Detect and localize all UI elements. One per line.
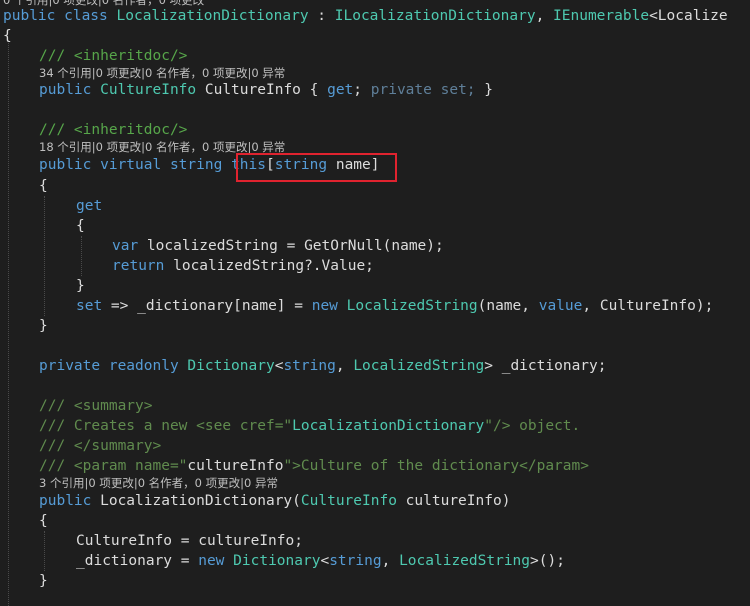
set-accessor: set => _dictionary[name] = new Localized… xyxy=(76,296,713,316)
generic-open: < xyxy=(320,553,330,569)
code-lens-constructor[interactable]: 3 个引用|0 项更改|0 名作者，0 项更改|0 异常 xyxy=(39,475,278,491)
new-keyword: new xyxy=(311,298,338,314)
localized-string-type: LocalizedString xyxy=(353,358,485,374)
property-name: CultureInfo { xyxy=(196,82,328,98)
open-brace: { xyxy=(76,218,85,234)
assignment-statement: _dictionary = new Dictionary<string, Loc… xyxy=(76,551,565,571)
assign-lhs: _dictionary = xyxy=(76,553,199,569)
indexer-modifiers: public virtual string xyxy=(39,157,232,173)
public-keyword: public xyxy=(39,493,101,509)
field-declaration: private readonly Dictionary<string, Loca… xyxy=(39,356,606,376)
localized-string-type: LocalizedString xyxy=(399,553,531,569)
close-brace: } xyxy=(76,278,85,294)
public-keyword: public xyxy=(39,82,101,98)
set-middle: => _dictionary[name] = xyxy=(102,298,312,314)
set-args: (name, xyxy=(477,298,539,314)
doc-param-name: cultureInfo xyxy=(187,458,284,474)
new-keyword: new xyxy=(198,553,225,569)
property-type: CultureInfo xyxy=(100,82,197,98)
set-keyword: set xyxy=(76,298,103,314)
generic-comma: , xyxy=(381,553,400,569)
doc-comment: /// <param name="cultureInfo">Culture of… xyxy=(39,456,589,476)
interface-name: ILocalizationDictionary xyxy=(334,8,536,24)
generic-comma: , xyxy=(335,358,354,374)
class-declaration-line: public class LocalizationDictionary : IL… xyxy=(3,6,728,26)
doc-comment: /// </summary> xyxy=(39,438,162,454)
doc-cref: LocalizationDictionary xyxy=(292,418,485,434)
var-rest: localizedString = GetOrNull(name); xyxy=(138,238,444,254)
indent-guide xyxy=(44,196,45,316)
open-brace: { xyxy=(39,178,48,194)
doc-text: /// <param name=" xyxy=(39,458,188,474)
doc-comment: /// <inheritdoc/> xyxy=(39,122,188,138)
value-keyword: value xyxy=(538,298,583,314)
doc-text: ">Culture of the dictionary</param> xyxy=(283,458,589,474)
field-rest: > _dictionary; xyxy=(484,358,607,374)
doc-comment: /// <inheritdoc/> xyxy=(39,48,188,64)
private-set-keyword: private set; xyxy=(370,82,476,98)
code-editor[interactable]: 0 个引用|0 项更改|0 名作者，0 项更改 public class Loc… xyxy=(0,0,750,606)
class-separator: : xyxy=(308,8,335,24)
close-brace: } xyxy=(39,318,48,334)
var-statement: var localizedString = GetOrNull(name); xyxy=(112,236,444,256)
param-type: CultureInfo xyxy=(300,493,397,509)
highlight-box xyxy=(236,153,397,182)
doc-text: "/> object. xyxy=(484,418,581,434)
property-end: } xyxy=(475,82,493,98)
generic-close: >(); xyxy=(530,553,565,569)
return-rest: localizedString?.Value; xyxy=(164,258,374,274)
doc-comment: /// Creates a new <see cref="Localizatio… xyxy=(39,416,580,436)
code-lens-culture-info[interactable]: 34 个引用|0 项更改|0 名作者，0 项更改|0 异常 xyxy=(39,65,285,81)
string-type: string xyxy=(329,553,382,569)
localized-string-type: LocalizedString xyxy=(346,298,478,314)
set-args-end: , CultureInfo); xyxy=(582,298,714,314)
assignment-statement: CultureInfo = cultureInfo; xyxy=(76,533,303,549)
dictionary-type: Dictionary xyxy=(233,553,321,569)
return-keyword: return xyxy=(112,258,165,274)
var-keyword: var xyxy=(112,238,139,254)
indent-guide xyxy=(44,531,45,571)
return-statement: return localizedString?.Value; xyxy=(112,256,374,276)
close-brace: } xyxy=(39,573,48,589)
class-keyword: public class xyxy=(3,8,117,24)
doc-comment: /// <summary> xyxy=(39,398,153,414)
constructor-name: LocalizationDictionary( xyxy=(100,493,301,509)
get-accessor: get xyxy=(76,198,103,214)
indent-guide xyxy=(81,236,82,276)
dictionary-type: Dictionary xyxy=(187,358,275,374)
class-name: LocalizationDictionary xyxy=(116,8,309,24)
get-keyword: get xyxy=(327,82,354,98)
field-modifiers: private readonly xyxy=(39,358,188,374)
open-brace: { xyxy=(3,28,12,44)
indent-guide xyxy=(8,40,9,606)
open-brace: { xyxy=(39,513,48,529)
param-name: cultureInfo) xyxy=(396,493,511,509)
property-line: public CultureInfo CultureInfo { get; pr… xyxy=(39,80,493,100)
interface-name: IEnumerable xyxy=(553,8,650,24)
interface-comma: , xyxy=(535,8,554,24)
string-type: string xyxy=(283,358,336,374)
interface-tail: <Localize xyxy=(649,8,728,24)
constructor-declaration: public LocalizationDictionary(CultureInf… xyxy=(39,491,510,511)
doc-text: /// Creates a new <see cref=" xyxy=(39,418,293,434)
semicolon: ; xyxy=(353,82,371,98)
